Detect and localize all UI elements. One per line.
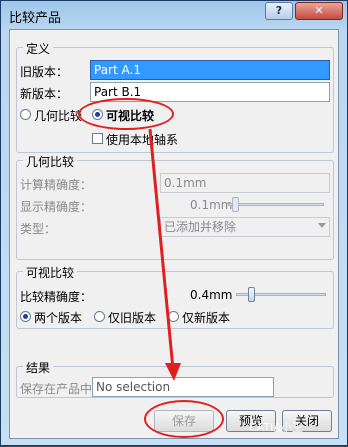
annotation-arrow <box>148 128 181 381</box>
compare-product-dialog: 比较产品 ? ✕ 定义 旧版本： Part A.1 新版本： Part B.1 … <box>0 0 348 446</box>
watermark: CATIA小王 <box>249 421 303 434</box>
